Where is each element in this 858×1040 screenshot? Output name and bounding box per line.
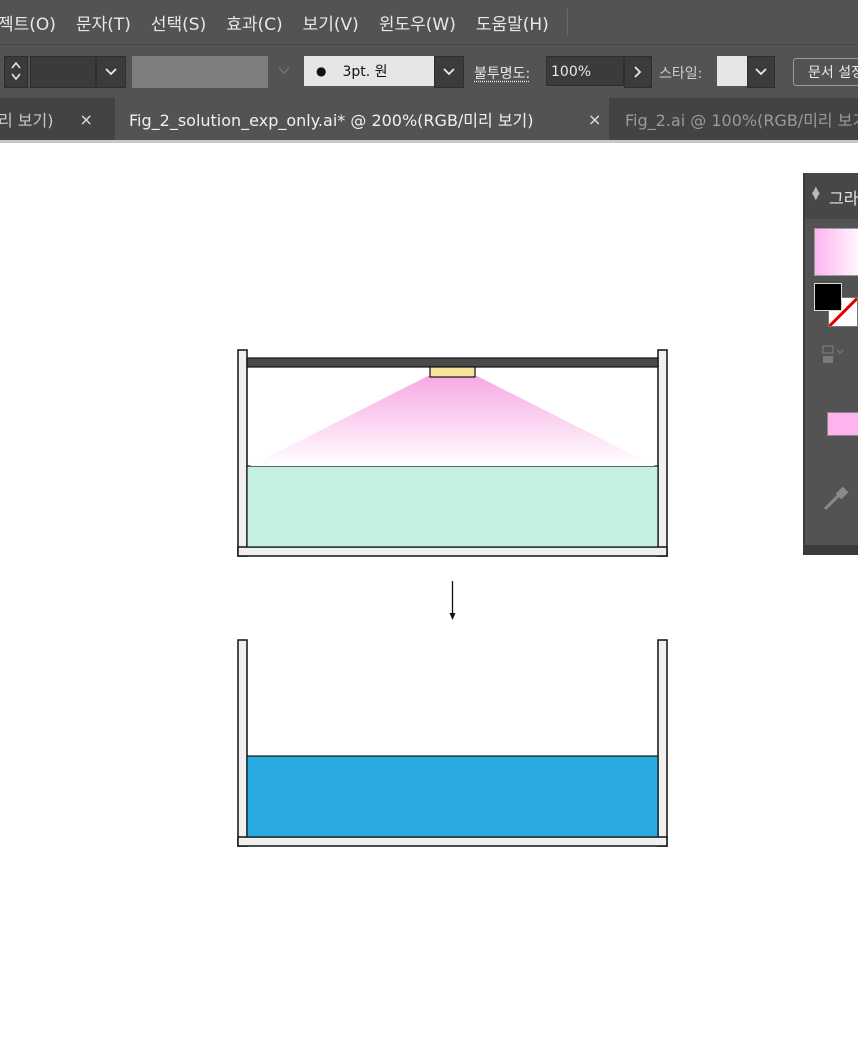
chevron-down-icon: [277, 66, 291, 76]
graphic-style-dropdown[interactable]: [747, 56, 775, 88]
light-source-lamp: [430, 367, 475, 377]
menu-type[interactable]: 문자(T): [76, 10, 131, 35]
light-beam: [250, 375, 655, 466]
stroke-weight-spinner[interactable]: [4, 56, 28, 88]
down-arrow-icon: [450, 581, 456, 620]
tab-title: Fig_2.ai @ 100%(RGB/미리 보기): [625, 107, 858, 131]
brush-dot-icon: ●: [316, 64, 326, 78]
stroke-weight-dropdown[interactable]: [96, 56, 126, 88]
canvas-edge: [0, 140, 858, 143]
gradient-preview-swatch[interactable]: [814, 228, 858, 276]
brush-definition-value: 3pt. 원: [342, 61, 387, 81]
style-label: 스타일:: [659, 63, 702, 83]
opacity-arrow-button[interactable]: [624, 56, 652, 88]
close-icon[interactable]: ×: [588, 110, 601, 129]
reactor-vessel: [238, 350, 667, 556]
close-icon[interactable]: ×: [80, 110, 93, 129]
vessel-right-wall: [658, 350, 667, 556]
document-tab[interactable]: Fig_2.ai @ 100%(RGB/미리 보기): [611, 98, 858, 140]
precursor-solution: [247, 466, 658, 547]
panel-collapse-icon[interactable]: ▲ ▼: [812, 188, 820, 200]
opacity-label[interactable]: 불투명도:: [474, 63, 530, 83]
document-setup-button[interactable]: 문서 설정: [793, 58, 858, 86]
vessel-left-wall: [238, 640, 247, 846]
opacity-input[interactable]: 100%: [546, 56, 624, 86]
menu-select[interactable]: 선택(S): [151, 10, 206, 35]
document-tab[interactable]: 리 보기) ×: [0, 98, 114, 140]
chevron-right-icon: [633, 65, 643, 79]
menu-object[interactable]: 젝트(O): [0, 10, 56, 35]
panel-footer: [805, 545, 858, 555]
document-tab-active[interactable]: Fig_2_solution_exp_only.ai* @ 200%(RGB/미…: [115, 98, 609, 140]
eyedropper-icon[interactable]: [821, 485, 849, 518]
chevron-down-icon: [754, 67, 768, 77]
control-bar: ● 3pt. 원 불투명도: 100% 스타일: 문서 설정: [0, 44, 858, 99]
gradient-panel: ▲▼ 그라디언트: [803, 173, 858, 555]
vessel-left-wall: [238, 350, 247, 556]
tab-title: Fig_2_solution_exp_only.ai* @ 200%(RGB/미…: [129, 107, 534, 131]
product-vessel: [238, 640, 667, 846]
vessel-bottom: [238, 547, 667, 556]
menu-window[interactable]: 윈도우(W): [379, 10, 456, 35]
menu-effect[interactable]: 효과(C): [226, 10, 282, 35]
panel-header[interactable]: ▲▼ 그라디언트: [805, 173, 858, 219]
stepper-arrows-icon: [9, 57, 23, 85]
menu-view[interactable]: 보기(V): [303, 10, 359, 35]
menu-divider: [567, 9, 568, 35]
menu-bar: 젝트(O) 문자(T) 선택(S) 효과(C) 보기(V) 윈도우(W) 도움말…: [0, 0, 858, 44]
brush-definition-dropdown[interactable]: [434, 56, 464, 88]
variable-width-profile[interactable]: [132, 56, 268, 88]
stroke-weight-input[interactable]: [30, 56, 96, 88]
chevron-down-icon: [442, 67, 456, 77]
panel-title: 그라디언트: [829, 185, 858, 209]
vessel-lid: [247, 358, 658, 367]
brush-definition-select[interactable]: ● 3pt. 원: [304, 56, 434, 86]
document-tab-bar: 리 보기) × Fig_2_solution_exp_only.ai* @ 20…: [0, 98, 858, 140]
vessel-bottom: [238, 837, 667, 846]
graphic-style-swatch[interactable]: [717, 56, 747, 86]
artboard: [0, 0, 858, 1040]
gradient-type-icon[interactable]: [821, 344, 847, 366]
menu-help[interactable]: 도움말(H): [476, 10, 549, 35]
variable-width-dropdown[interactable]: [270, 56, 298, 86]
product-solution: [247, 756, 658, 837]
gradient-stop-swatch[interactable]: [827, 412, 858, 436]
fill-swatch[interactable]: [814, 283, 842, 311]
chevron-down-icon: [104, 67, 118, 77]
tab-title: 리 보기): [0, 107, 54, 131]
vessel-right-wall: [658, 640, 667, 846]
